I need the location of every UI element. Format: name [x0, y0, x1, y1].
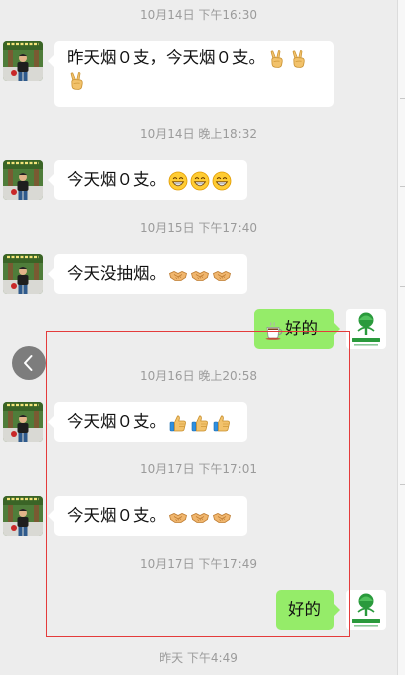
timestamp: 昨天 下午4:49	[159, 651, 238, 665]
message-text: 今天烟０支。	[67, 412, 166, 431]
handshake-emoji	[212, 507, 232, 527]
my-avatar[interactable]	[346, 590, 386, 630]
message-text: 今天烟０支。	[67, 506, 166, 525]
message-text: 好的	[285, 319, 318, 338]
message-text: 今天烟０支。	[67, 170, 166, 189]
right-edge-strip	[397, 0, 405, 675]
handshake-emoji	[190, 265, 210, 285]
message-bubble-incoming[interactable]: 今天烟０支。	[48, 496, 247, 536]
handshake-emoji	[212, 265, 232, 285]
thumbs-up-emoji	[168, 413, 188, 433]
grinning-face-emoji	[212, 171, 232, 191]
timestamp: 10月15日 下午17:40	[140, 221, 257, 235]
timestamp: 10月17日 下午17:01	[140, 462, 257, 476]
message-bubble-incoming[interactable]: 今天没抽烟。	[48, 254, 247, 294]
grinning-face-emoji	[190, 171, 210, 191]
timestamp: 10月17日 下午17:49	[140, 557, 257, 571]
contact-avatar[interactable]	[3, 254, 43, 294]
victory-hand-emoji	[67, 71, 87, 91]
message-bubble-outgoing[interactable]: 好的	[276, 590, 340, 630]
timestamp: 10月14日 下午16:30	[140, 8, 257, 22]
message-text: 昨天烟０支，今天烟０支。	[67, 48, 265, 67]
contact-avatar[interactable]	[3, 41, 43, 81]
message-bubble-incoming[interactable]: 今天烟０支。	[48, 160, 247, 200]
thumbs-up-emoji	[190, 413, 210, 433]
timestamp: 10月16日 晚上20:58	[140, 369, 257, 383]
victory-hand-emoji	[289, 49, 309, 69]
handshake-emoji	[190, 507, 210, 527]
contact-avatar[interactable]	[3, 402, 43, 442]
victory-hand-emoji	[267, 49, 287, 69]
timestamp: 10月14日 晚上18:32	[140, 127, 257, 141]
message-text: 好的	[288, 600, 321, 619]
handshake-emoji	[168, 507, 188, 527]
message-bubble-incoming[interactable]: 今天烟０支。	[48, 402, 247, 442]
message-bubble-outgoing[interactable]: 好的	[254, 309, 340, 349]
contact-avatar[interactable]	[3, 160, 43, 200]
my-avatar[interactable]	[346, 309, 386, 349]
contact-avatar[interactable]	[3, 496, 43, 536]
handshake-emoji	[168, 265, 188, 285]
message-text: 今天没抽烟。	[67, 264, 166, 283]
thumbs-up-emoji	[212, 413, 232, 433]
message-bubble-incoming[interactable]: 昨天烟０支，今天烟０支。	[48, 41, 334, 107]
grinning-face-emoji	[168, 171, 188, 191]
hot-beverage-emoji	[264, 320, 284, 340]
